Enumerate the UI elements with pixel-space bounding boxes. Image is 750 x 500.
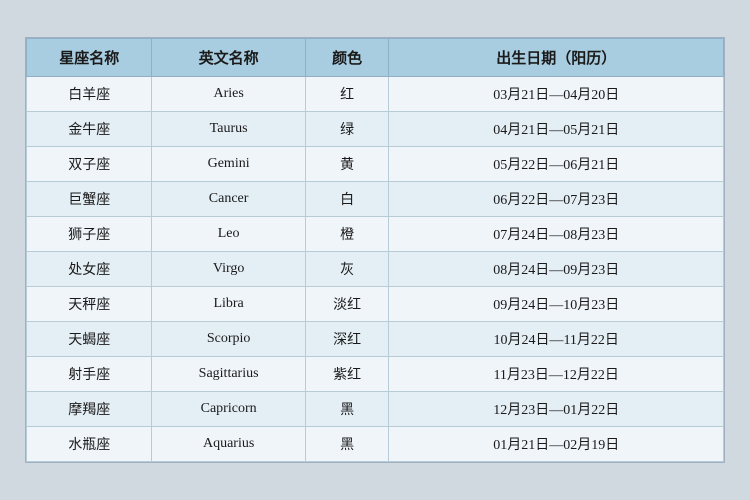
- zodiac-table: 星座名称 英文名称 颜色 出生日期（阳历） 白羊座Aries红03月21日—04…: [26, 38, 724, 462]
- cell-date: 06月22日—07月23日: [389, 182, 724, 217]
- cell-en: Aquarius: [152, 427, 305, 462]
- cell-color: 灰: [305, 252, 389, 287]
- cell-en: Virgo: [152, 252, 305, 287]
- cell-color: 紫红: [305, 357, 389, 392]
- table-body: 白羊座Aries红03月21日—04月20日金牛座Taurus绿04月21日—0…: [27, 77, 724, 462]
- cell-date: 09月24日—10月23日: [389, 287, 724, 322]
- zodiac-table-container: 星座名称 英文名称 颜色 出生日期（阳历） 白羊座Aries红03月21日—04…: [25, 37, 725, 463]
- cell-zh: 狮子座: [27, 217, 152, 252]
- cell-en: Scorpio: [152, 322, 305, 357]
- cell-zh: 摩羯座: [27, 392, 152, 427]
- table-row: 双子座Gemini黄05月22日—06月21日: [27, 147, 724, 182]
- cell-date: 11月23日—12月22日: [389, 357, 724, 392]
- table-row: 射手座Sagittarius紫红11月23日—12月22日: [27, 357, 724, 392]
- cell-color: 白: [305, 182, 389, 217]
- cell-zh: 射手座: [27, 357, 152, 392]
- cell-en: Aries: [152, 77, 305, 112]
- cell-en: Gemini: [152, 147, 305, 182]
- table-row: 金牛座Taurus绿04月21日—05月21日: [27, 112, 724, 147]
- cell-color: 黑: [305, 427, 389, 462]
- cell-color: 黄: [305, 147, 389, 182]
- cell-zh: 天秤座: [27, 287, 152, 322]
- cell-en: Cancer: [152, 182, 305, 217]
- table-row: 天蝎座Scorpio深红10月24日—11月22日: [27, 322, 724, 357]
- cell-zh: 白羊座: [27, 77, 152, 112]
- cell-color: 绿: [305, 112, 389, 147]
- cell-color: 淡红: [305, 287, 389, 322]
- cell-date: 05月22日—06月21日: [389, 147, 724, 182]
- header-color: 颜色: [305, 39, 389, 77]
- cell-zh: 巨蟹座: [27, 182, 152, 217]
- cell-zh: 双子座: [27, 147, 152, 182]
- table-row: 天秤座Libra淡红09月24日—10月23日: [27, 287, 724, 322]
- cell-en: Libra: [152, 287, 305, 322]
- table-row: 水瓶座Aquarius黑01月21日—02月19日: [27, 427, 724, 462]
- cell-date: 03月21日—04月20日: [389, 77, 724, 112]
- table-header-row: 星座名称 英文名称 颜色 出生日期（阳历）: [27, 39, 724, 77]
- cell-date: 12月23日—01月22日: [389, 392, 724, 427]
- cell-en: Taurus: [152, 112, 305, 147]
- table-row: 处女座Virgo灰08月24日—09月23日: [27, 252, 724, 287]
- cell-en: Leo: [152, 217, 305, 252]
- cell-color: 深红: [305, 322, 389, 357]
- cell-zh: 水瓶座: [27, 427, 152, 462]
- cell-date: 01月21日—02月19日: [389, 427, 724, 462]
- header-zh: 星座名称: [27, 39, 152, 77]
- header-date: 出生日期（阳历）: [389, 39, 724, 77]
- table-row: 狮子座Leo橙07月24日—08月23日: [27, 217, 724, 252]
- cell-zh: 处女座: [27, 252, 152, 287]
- cell-en: Sagittarius: [152, 357, 305, 392]
- table-row: 白羊座Aries红03月21日—04月20日: [27, 77, 724, 112]
- cell-color: 黑: [305, 392, 389, 427]
- cell-en: Capricorn: [152, 392, 305, 427]
- cell-zh: 天蝎座: [27, 322, 152, 357]
- table-row: 巨蟹座Cancer白06月22日—07月23日: [27, 182, 724, 217]
- table-row: 摩羯座Capricorn黑12月23日—01月22日: [27, 392, 724, 427]
- cell-color: 红: [305, 77, 389, 112]
- cell-date: 04月21日—05月21日: [389, 112, 724, 147]
- cell-date: 07月24日—08月23日: [389, 217, 724, 252]
- cell-color: 橙: [305, 217, 389, 252]
- cell-date: 10月24日—11月22日: [389, 322, 724, 357]
- cell-date: 08月24日—09月23日: [389, 252, 724, 287]
- cell-zh: 金牛座: [27, 112, 152, 147]
- header-en: 英文名称: [152, 39, 305, 77]
